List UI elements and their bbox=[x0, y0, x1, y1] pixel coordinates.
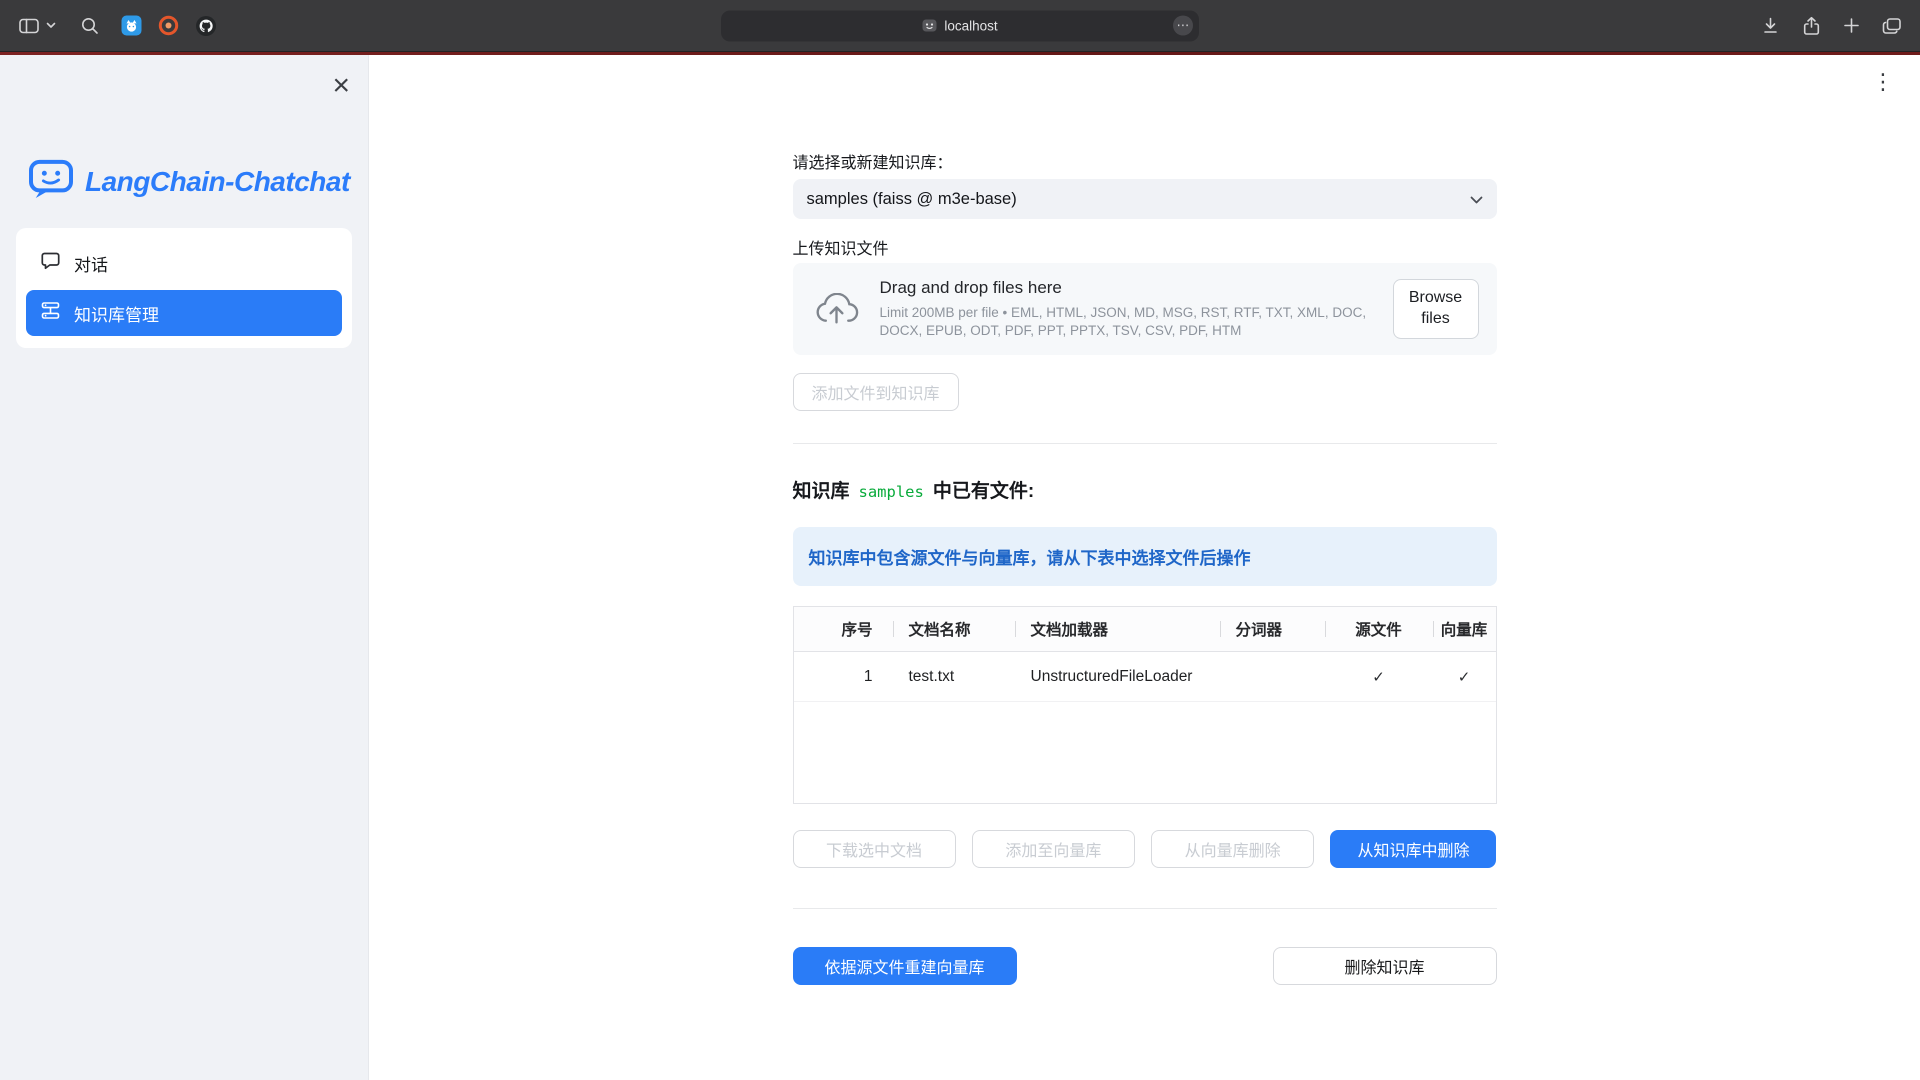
table-actions: 下载选中文档 添加至向量库 从向量库删除 从知识库中删除 bbox=[793, 830, 1497, 868]
table-header-row: 序号 文档名称 文档加载器 分词器 源文件 向量库 bbox=[794, 607, 1496, 652]
browser-toolbar: localhost ⋯ bbox=[0, 0, 1920, 52]
site-favicon bbox=[922, 18, 937, 33]
main-area: ⋮ 请选择或新建知识库： samples (faiss @ m3e-base) … bbox=[369, 55, 1920, 1080]
kb-name-code: samples bbox=[859, 483, 924, 501]
divider bbox=[793, 908, 1497, 909]
github-icon[interactable] bbox=[195, 15, 217, 37]
delete-from-kb-button[interactable]: 从知识库中删除 bbox=[1330, 830, 1496, 868]
file-dropzone[interactable]: Drag and drop files here Limit 200MB per… bbox=[793, 263, 1497, 355]
downloads-icon[interactable] bbox=[1761, 16, 1780, 35]
cell-vector-check: ✓ bbox=[1433, 668, 1496, 686]
rebuild-vector-store-button[interactable]: 依据源文件重建向量库 bbox=[793, 947, 1017, 985]
dropzone-limit-text: Limit 200MB per file • EML, HTML, JSON, … bbox=[880, 304, 1377, 340]
cloud-upload-icon bbox=[813, 293, 860, 326]
cell-source-check: ✓ bbox=[1325, 668, 1433, 686]
table-header-index[interactable]: 序号 bbox=[794, 618, 893, 640]
kb-heading-suffix: 中已有文件: bbox=[933, 476, 1034, 503]
search-icon[interactable] bbox=[80, 16, 99, 35]
browse-files-button[interactable]: Browse files bbox=[1393, 279, 1479, 339]
sidebar-item-dialogue[interactable]: 对话 bbox=[26, 240, 342, 286]
add-files-to-kb-button[interactable]: 添加文件到知识库 bbox=[793, 373, 959, 411]
sidebar-toggle-icon[interactable] bbox=[18, 17, 40, 35]
app-menu-kebab-icon[interactable]: ⋮ bbox=[1872, 71, 1894, 93]
share-icon[interactable] bbox=[1802, 16, 1821, 36]
pinned-tab-blue-icon[interactable] bbox=[121, 15, 142, 36]
download-selected-button[interactable]: 下载选中文档 bbox=[793, 830, 956, 868]
upload-label: 上传知识文件 bbox=[793, 235, 1497, 255]
sidebar: × LangChain-Chatchat 对话 知识库管理 bbox=[0, 55, 369, 1080]
info-message: 知识库中包含源文件与向量库，请从下表中选择文件后操作 bbox=[793, 527, 1497, 586]
address-bar[interactable]: localhost ⋯ bbox=[721, 10, 1199, 41]
sidebar-item-kb-management[interactable]: 知识库管理 bbox=[26, 290, 342, 336]
table-row[interactable]: 1 test.txt UnstructuredFileLoader ✓ ✓ bbox=[794, 652, 1496, 702]
sidebar-item-label: 知识库管理 bbox=[74, 301, 159, 326]
table-header-vector[interactable]: 向量库 bbox=[1433, 618, 1496, 640]
kb-bottom-actions: 依据源文件重建向量库 删除知识库 bbox=[793, 947, 1497, 985]
table-header-loader[interactable]: 文档加载器 bbox=[1015, 618, 1220, 640]
sidebar-nav: 对话 知识库管理 bbox=[16, 228, 352, 348]
dropzone-title: Drag and drop files here bbox=[880, 278, 1377, 298]
table-header-name[interactable]: 文档名称 bbox=[893, 618, 1015, 640]
new-tab-icon[interactable] bbox=[1843, 17, 1860, 34]
cell-loader: UnstructuredFileLoader bbox=[1015, 668, 1220, 686]
pinned-tab-orange-icon[interactable] bbox=[158, 15, 179, 36]
sidebar-chevron-icon[interactable] bbox=[46, 22, 56, 29]
cell-index: 1 bbox=[794, 668, 893, 686]
divider bbox=[793, 443, 1497, 444]
address-url: localhost bbox=[944, 18, 997, 33]
sidebar-item-label: 对话 bbox=[74, 251, 108, 276]
kb-select[interactable]: samples (faiss @ m3e-base) bbox=[793, 179, 1497, 219]
kb-select-label: 请选择或新建知识库： bbox=[793, 149, 1497, 169]
cell-name: test.txt bbox=[893, 668, 1015, 686]
logo-chat-bubble-icon bbox=[28, 159, 74, 204]
table-header-splitter[interactable]: 分词器 bbox=[1220, 618, 1325, 640]
page-menu-icon[interactable]: ⋯ bbox=[1173, 16, 1193, 36]
delete-kb-button[interactable]: 删除知识库 bbox=[1273, 947, 1497, 985]
kb-files-heading: 知识库 samples 中已有文件: bbox=[793, 476, 1497, 503]
kb-select-value: samples (faiss @ m3e-base) bbox=[807, 190, 1017, 209]
table-header-source[interactable]: 源文件 bbox=[1325, 618, 1433, 640]
logo-text: LangChain-Chatchat bbox=[85, 166, 350, 198]
chat-icon bbox=[40, 250, 61, 276]
knowledge-base-icon bbox=[40, 300, 61, 326]
kb-files-table: 序号 文档名称 文档加载器 分词器 源文件 向量库 1 test.txt Uns… bbox=[793, 606, 1497, 804]
add-to-vector-button[interactable]: 添加至向量库 bbox=[972, 830, 1135, 868]
sidebar-close-icon[interactable]: × bbox=[332, 73, 350, 99]
app-logo: LangChain-Chatchat bbox=[0, 55, 368, 204]
remove-from-vector-button[interactable]: 从向量库删除 bbox=[1151, 830, 1314, 868]
chevron-down-icon bbox=[1470, 190, 1483, 209]
kb-heading-prefix: 知识库 bbox=[793, 476, 850, 503]
tab-overview-icon[interactable] bbox=[1882, 17, 1902, 35]
